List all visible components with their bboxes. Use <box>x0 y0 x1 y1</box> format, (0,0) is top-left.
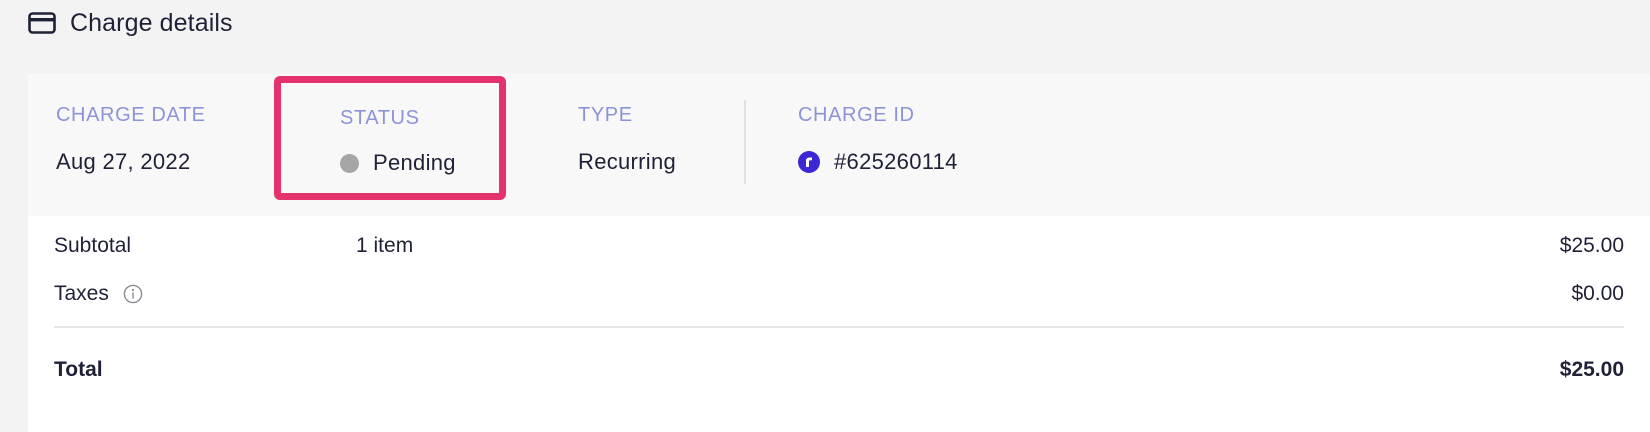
total-row: Total $25.00 <box>54 354 1624 386</box>
charge-id-row[interactable]: #625260114 <box>798 149 958 175</box>
info-icon[interactable] <box>123 284 143 304</box>
section-title: Charge details <box>70 8 233 37</box>
charge-details-page: Charge details CHARGE DATE Aug 27, 2022 … <box>0 0 1650 432</box>
charge-meta-band: CHARGE DATE Aug 27, 2022 STATUS Pending … <box>28 74 1650 216</box>
charge-date-field: CHARGE DATE Aug 27, 2022 <box>56 104 206 175</box>
charge-id-label: CHARGE ID <box>798 104 915 126</box>
taxes-row: Taxes $0.00 <box>54 278 1624 310</box>
subtotal-row: Subtotal 1 item $25.00 <box>54 230 1624 262</box>
charge-id-field: CHARGE ID #625260114 <box>798 104 958 175</box>
recharge-logo-icon <box>798 151 820 173</box>
credit-card-icon <box>28 12 56 34</box>
charge-date-value: Aug 27, 2022 <box>56 149 191 174</box>
charge-details-card: CHARGE DATE Aug 27, 2022 STATUS Pending … <box>28 74 1650 432</box>
taxes-amount: $0.00 <box>1571 282 1624 305</box>
charge-id-value[interactable]: #625260114 <box>834 149 958 175</box>
charge-date-label: CHARGE DATE <box>56 104 206 126</box>
total-label: Total <box>54 358 103 381</box>
type-field: TYPE Recurring <box>578 104 676 175</box>
subtotal-amount: $25.00 <box>1559 234 1624 257</box>
subtotal-item-count: 1 item <box>356 234 414 257</box>
vertical-divider <box>744 100 746 184</box>
section-header: Charge details <box>28 6 233 40</box>
taxes-label: Taxes <box>54 282 109 305</box>
taxes-label-group: Taxes <box>54 282 143 306</box>
total-amount: $25.00 <box>1559 358 1624 381</box>
type-value: Recurring <box>578 149 677 174</box>
summary-divider <box>54 326 1624 328</box>
type-label: TYPE <box>578 104 633 126</box>
subtotal-label: Subtotal <box>54 234 132 257</box>
status-highlight-box <box>274 76 506 200</box>
